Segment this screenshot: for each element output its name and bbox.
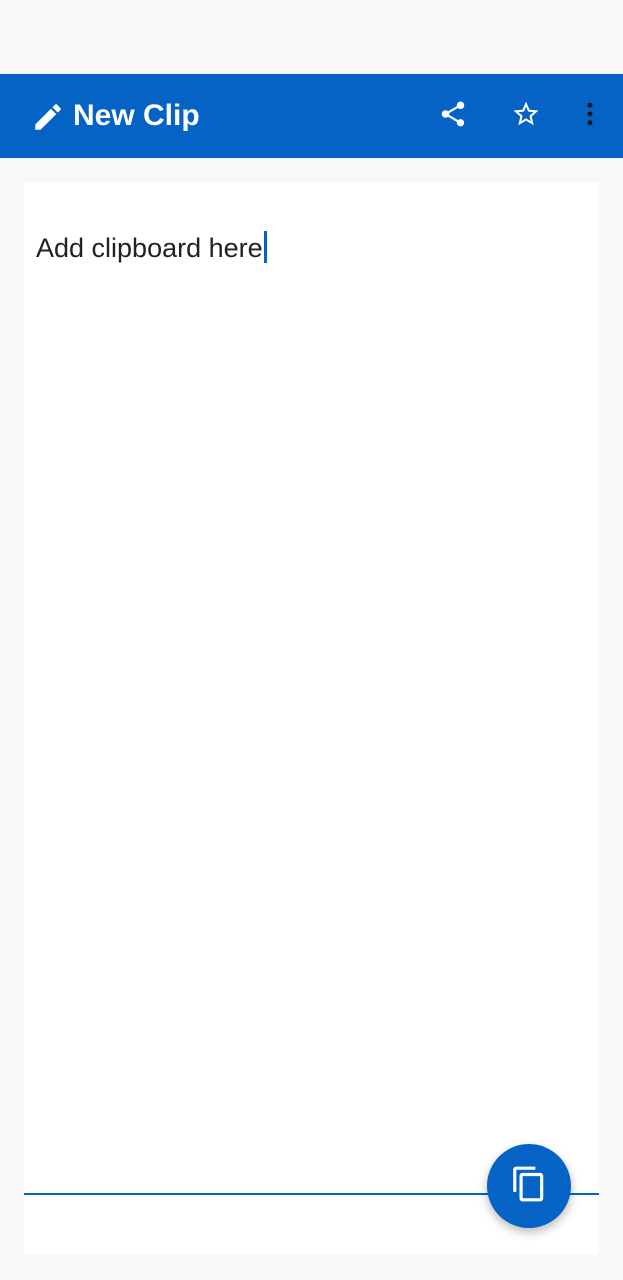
star-outline-icon xyxy=(511,99,541,134)
favorite-button[interactable] xyxy=(506,96,546,136)
more-options-button[interactable] xyxy=(570,96,610,136)
screen: New Clip Add clipboard here xyxy=(0,0,623,1280)
clip-editor[interactable]: Add clipboard here xyxy=(24,182,599,1255)
copy-fab-button[interactable] xyxy=(487,1144,571,1228)
share-button[interactable] xyxy=(433,96,473,136)
app-bar: New Clip xyxy=(0,74,623,158)
copy-icon xyxy=(510,1165,548,1208)
page-title: New Clip xyxy=(73,99,200,132)
status-bar xyxy=(0,0,623,74)
clip-text-field[interactable]: Add clipboard here xyxy=(36,230,267,266)
more-vert-icon xyxy=(575,99,605,134)
pencil-icon xyxy=(31,100,65,134)
clip-text: Add clipboard here xyxy=(36,233,263,263)
share-icon xyxy=(438,99,468,134)
text-cursor xyxy=(263,231,267,263)
